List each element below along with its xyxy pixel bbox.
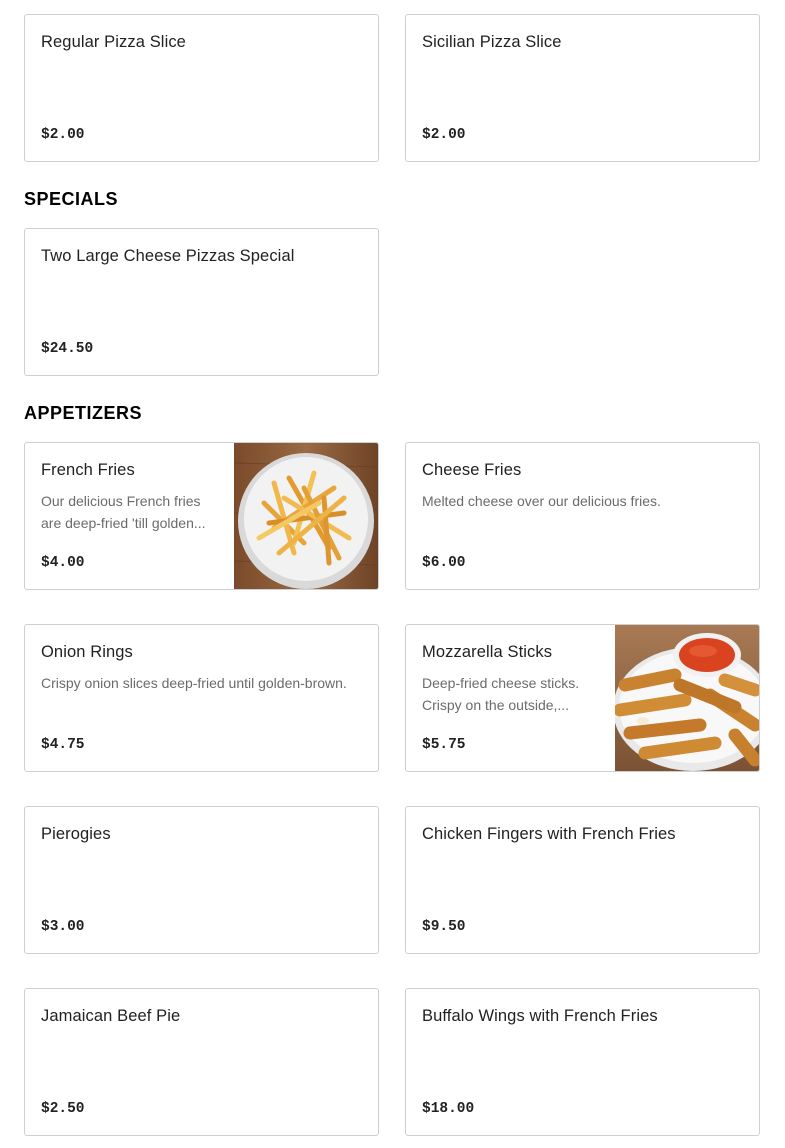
menu-item-name: Chicken Fingers with French Fries: [422, 825, 676, 843]
menu-item-price: $4.00: [41, 555, 85, 571]
menu-item-price: $3.00: [41, 919, 85, 935]
menu-item-card[interactable]: Mozzarella Sticks Deep-fried cheese stic…: [405, 624, 760, 772]
menu-item-name: Cheese Fries: [422, 461, 522, 479]
menu-item-price: $24.50: [41, 341, 94, 357]
menu-item-price: $2.50: [41, 1101, 85, 1117]
menu-item-name: French Fries: [41, 461, 135, 479]
menu-item-card[interactable]: Two Large Cheese Pizzas Special $24.50: [24, 228, 379, 376]
menu-item-description: Crispy onion slices deep-fried until gol…: [41, 675, 347, 691]
menu-item-card[interactable]: Regular Pizza Slice $2.00: [24, 14, 379, 162]
menu-item-name: Onion Rings: [41, 643, 133, 661]
menu-item-card[interactable]: Cheese Fries Melted cheese over our deli…: [405, 442, 760, 590]
menu-item-card[interactable]: Buffalo Wings with French Fries $18.00: [405, 988, 760, 1136]
menu-item-price: $9.50: [422, 919, 466, 935]
section-title-specials: SPECIALS: [24, 189, 119, 209]
menu-item-card[interactable]: Jamaican Beef Pie $2.50: [24, 988, 379, 1136]
menu-item-description: Deep-fried cheese sticks. Crispy on the …: [422, 675, 580, 713]
menu-item-card[interactable]: Onion Rings Crispy onion slices deep-fri…: [24, 624, 379, 772]
menu-item-name: Regular Pizza Slice: [41, 33, 186, 51]
menu-item-card[interactable]: French Fries Our delicious French fries …: [24, 442, 379, 590]
menu-item-card[interactable]: Pierogies $3.00: [24, 806, 379, 954]
menu-item-price: $4.75: [41, 737, 85, 753]
menu-item-name: Two Large Cheese Pizzas Special: [41, 247, 295, 265]
menu-item-name: Sicilian Pizza Slice: [422, 33, 562, 51]
menu-item-name: Jamaican Beef Pie: [41, 1007, 181, 1025]
menu-item-price: $2.00: [41, 127, 85, 143]
menu-item-card[interactable]: Chicken Fingers with French Fries $9.50: [405, 806, 760, 954]
menu-item-price: $18.00: [422, 1101, 475, 1117]
french-fries-photo: [234, 443, 378, 589]
menu-item-card[interactable]: Sicilian Pizza Slice $2.00: [405, 14, 760, 162]
menu-item-name: Pierogies: [41, 825, 111, 843]
menu-item-description: Melted cheese over our delicious fries.: [422, 493, 661, 509]
section-title-appetizers: APPETIZERS: [24, 403, 143, 423]
menu-item-name: Buffalo Wings with French Fries: [422, 1007, 658, 1025]
menu-item-price: $5.75: [422, 737, 466, 753]
menu-item-price: $2.00: [422, 127, 466, 143]
menu-item-name: Mozzarella Sticks: [422, 643, 553, 661]
menu-item-description: Our delicious French fries are deep-frie…: [41, 493, 206, 531]
menu-item-price: $6.00: [422, 555, 466, 571]
mozzarella-sticks-photo: [615, 625, 759, 771]
